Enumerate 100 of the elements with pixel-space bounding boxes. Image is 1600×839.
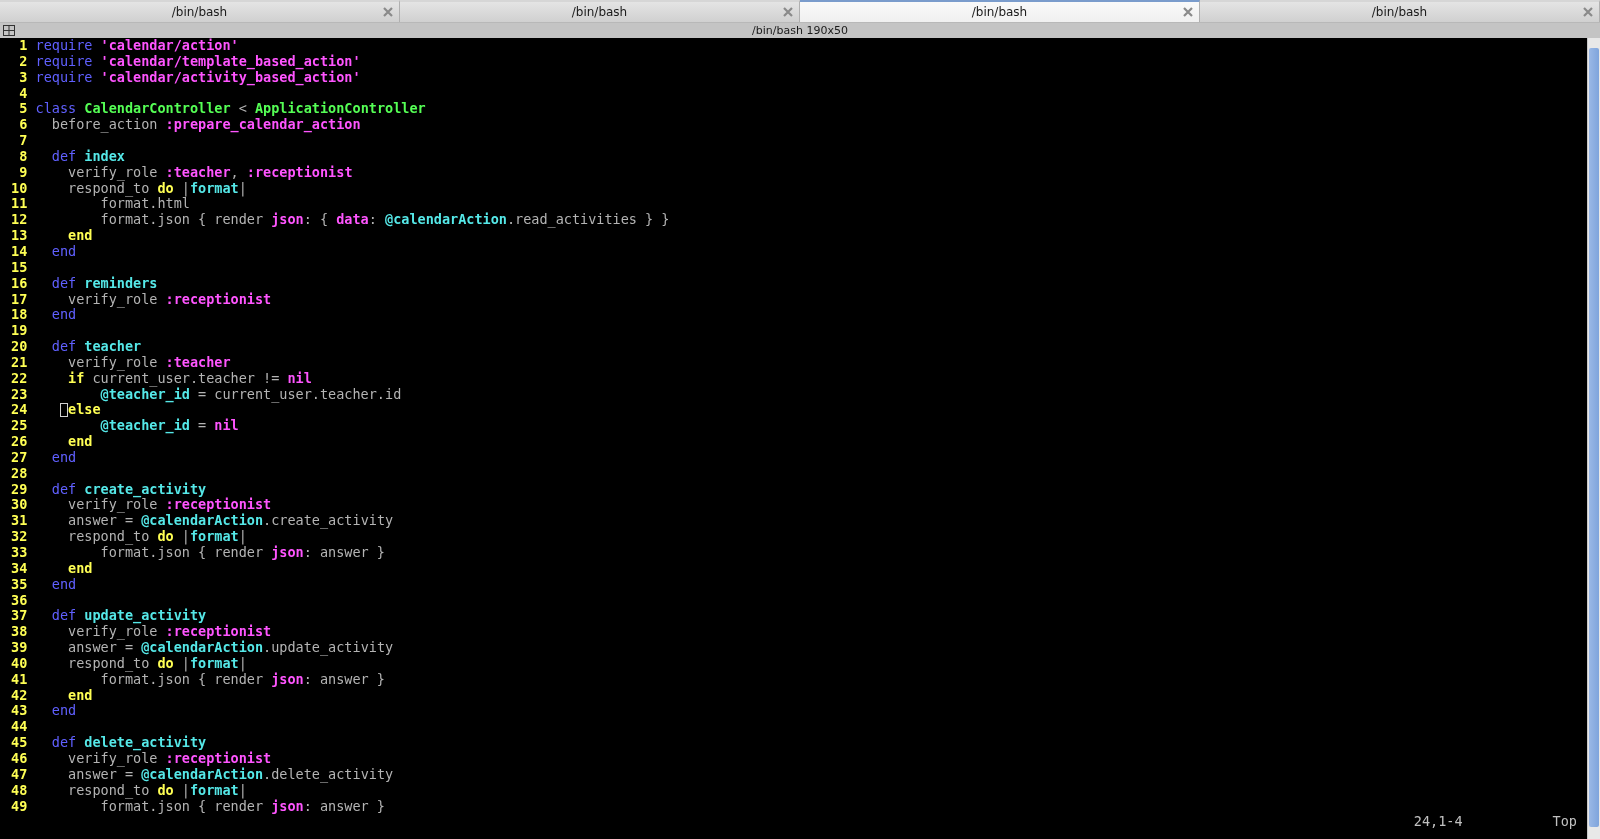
code-line: end: [50, 243, 77, 260]
code-line: format.html: [100, 196, 190, 213]
code-line: if current_user.teacher != nil: [67, 370, 312, 387]
close-icon[interactable]: [1183, 7, 1193, 17]
code-line: verify_role :receptionist: [67, 291, 272, 308]
code-line: @teacher_id = nil: [99, 418, 239, 435]
close-icon[interactable]: [783, 7, 793, 17]
code-line: verify_role :receptionist: [67, 497, 272, 514]
scrollbar-thumb[interactable]: [1589, 48, 1599, 827]
code-line: respond_to do |format|: [67, 655, 247, 672]
code-line: verify_role :teacher, :receptionist: [67, 164, 353, 181]
line-number: 30: [10, 497, 28, 514]
line-number: 45: [10, 735, 28, 751]
line-number: 14: [10, 243, 28, 260]
close-icon[interactable]: [1583, 7, 1593, 17]
line-number: 16: [10, 275, 28, 292]
code-line: verify_role :teacher: [67, 354, 231, 371]
code-line: def update_activity: [50, 608, 207, 624]
line-number: 35: [10, 576, 28, 593]
line-number: 17: [10, 291, 28, 308]
layout-icon[interactable]: [3, 25, 15, 36]
line-number: 6: [18, 117, 28, 134]
scroll-position: Top: [1552, 814, 1577, 831]
line-number: 41: [10, 671, 28, 688]
code-line: verify_role :receptionist: [67, 624, 272, 641]
line-number: 44: [10, 719, 28, 736]
line-number: 39: [10, 640, 28, 656]
line-number: 40: [10, 655, 28, 672]
code-line: end: [67, 687, 93, 704]
line-number: 10: [10, 180, 28, 197]
code-line: def delete_activity: [50, 735, 207, 751]
line-number: 26: [10, 434, 28, 450]
code-line: respond_to do |format|: [67, 782, 247, 799]
scrollbar[interactable]: [1587, 38, 1600, 839]
code-line: end: [67, 434, 93, 450]
line-number: 8: [18, 148, 28, 165]
code-line: respond_to do |format|: [67, 180, 247, 197]
line-number: 23: [10, 386, 28, 403]
line-number: 48: [10, 782, 28, 799]
line-number: 20: [10, 339, 28, 355]
code-line: end: [50, 703, 77, 720]
line-number: 24: [10, 402, 28, 419]
code-line: else: [35, 402, 101, 419]
code-line: require 'calendar/activity_based_action': [35, 69, 361, 86]
terminal-tab[interactable]: /bin/bash: [400, 0, 800, 22]
line-number: 19: [10, 323, 28, 340]
code-line: before_action :prepare_calendar_action: [50, 117, 361, 134]
code-line: verify_role :receptionist: [67, 750, 272, 767]
line-number: 37: [10, 608, 28, 625]
code-line: class CalendarController < ApplicationController: [35, 101, 426, 118]
line-number: 36: [10, 592, 28, 609]
code-line: answer = @calendarAction.create_activity: [67, 513, 394, 530]
line-number: 34: [10, 560, 28, 577]
code-line: def reminders: [50, 275, 158, 292]
line-number: 18: [10, 307, 28, 324]
code-line: require 'calendar/template_based_action': [35, 53, 361, 70]
code-line: end: [50, 307, 77, 324]
line-number: 5: [18, 101, 28, 118]
code-line: format.json { render json: { data: @calendarAction.read_activities } }: [99, 212, 670, 229]
terminal-tab[interactable]: /bin/bash: [1200, 0, 1600, 22]
line-number: 29: [10, 481, 28, 498]
close-icon[interactable]: [383, 7, 393, 17]
line-number: 11: [10, 196, 28, 213]
line-number: 1: [18, 38, 28, 54]
line-number: 4: [18, 85, 28, 102]
code-line: end: [50, 576, 77, 593]
line-number: 21: [10, 354, 28, 371]
line-number: 9: [18, 164, 28, 181]
line-number: 28: [10, 465, 28, 482]
code-line: end: [50, 449, 77, 466]
line-number: 7: [18, 133, 28, 149]
line-number: 42: [10, 687, 28, 704]
line-number: 49: [10, 798, 28, 815]
line-number: 12: [10, 212, 28, 229]
code-line: answer = @calendarAction.update_activity: [67, 640, 394, 656]
line-number: 27: [10, 449, 28, 466]
code-line: end: [67, 560, 93, 577]
code-line: format.json { render json: answer }: [100, 798, 385, 815]
line-number: 32: [10, 529, 28, 545]
line-number: 43: [10, 703, 28, 720]
line-number: 47: [10, 766, 28, 783]
code-line: answer = @calendarAction.delete_activity: [67, 766, 394, 783]
code-line: def create_activity: [50, 481, 207, 498]
terminal-tab[interactable]: /bin/bash: [800, 0, 1200, 22]
code-line: require 'calendar/action': [35, 38, 239, 54]
code-line: format.json { render json: answer }: [100, 671, 385, 688]
code-line: end: [67, 228, 93, 244]
line-number: 25: [10, 418, 28, 435]
line-number: 22: [10, 370, 28, 387]
terminal-tab[interactable]: /bin/bash: [0, 0, 400, 22]
line-number: 2: [18, 53, 28, 70]
line-number: 46: [10, 750, 28, 767]
line-number: 3: [18, 69, 28, 86]
code-line: respond_to do |format|: [67, 529, 247, 545]
window-title: /bin/bash 190x50: [752, 24, 848, 37]
code-line: format.json { render json: answer }: [100, 545, 385, 561]
line-number: 38: [10, 624, 28, 641]
line-number: 31: [10, 513, 28, 530]
line-number: 15: [10, 259, 28, 276]
line-number: 13: [10, 228, 28, 244]
